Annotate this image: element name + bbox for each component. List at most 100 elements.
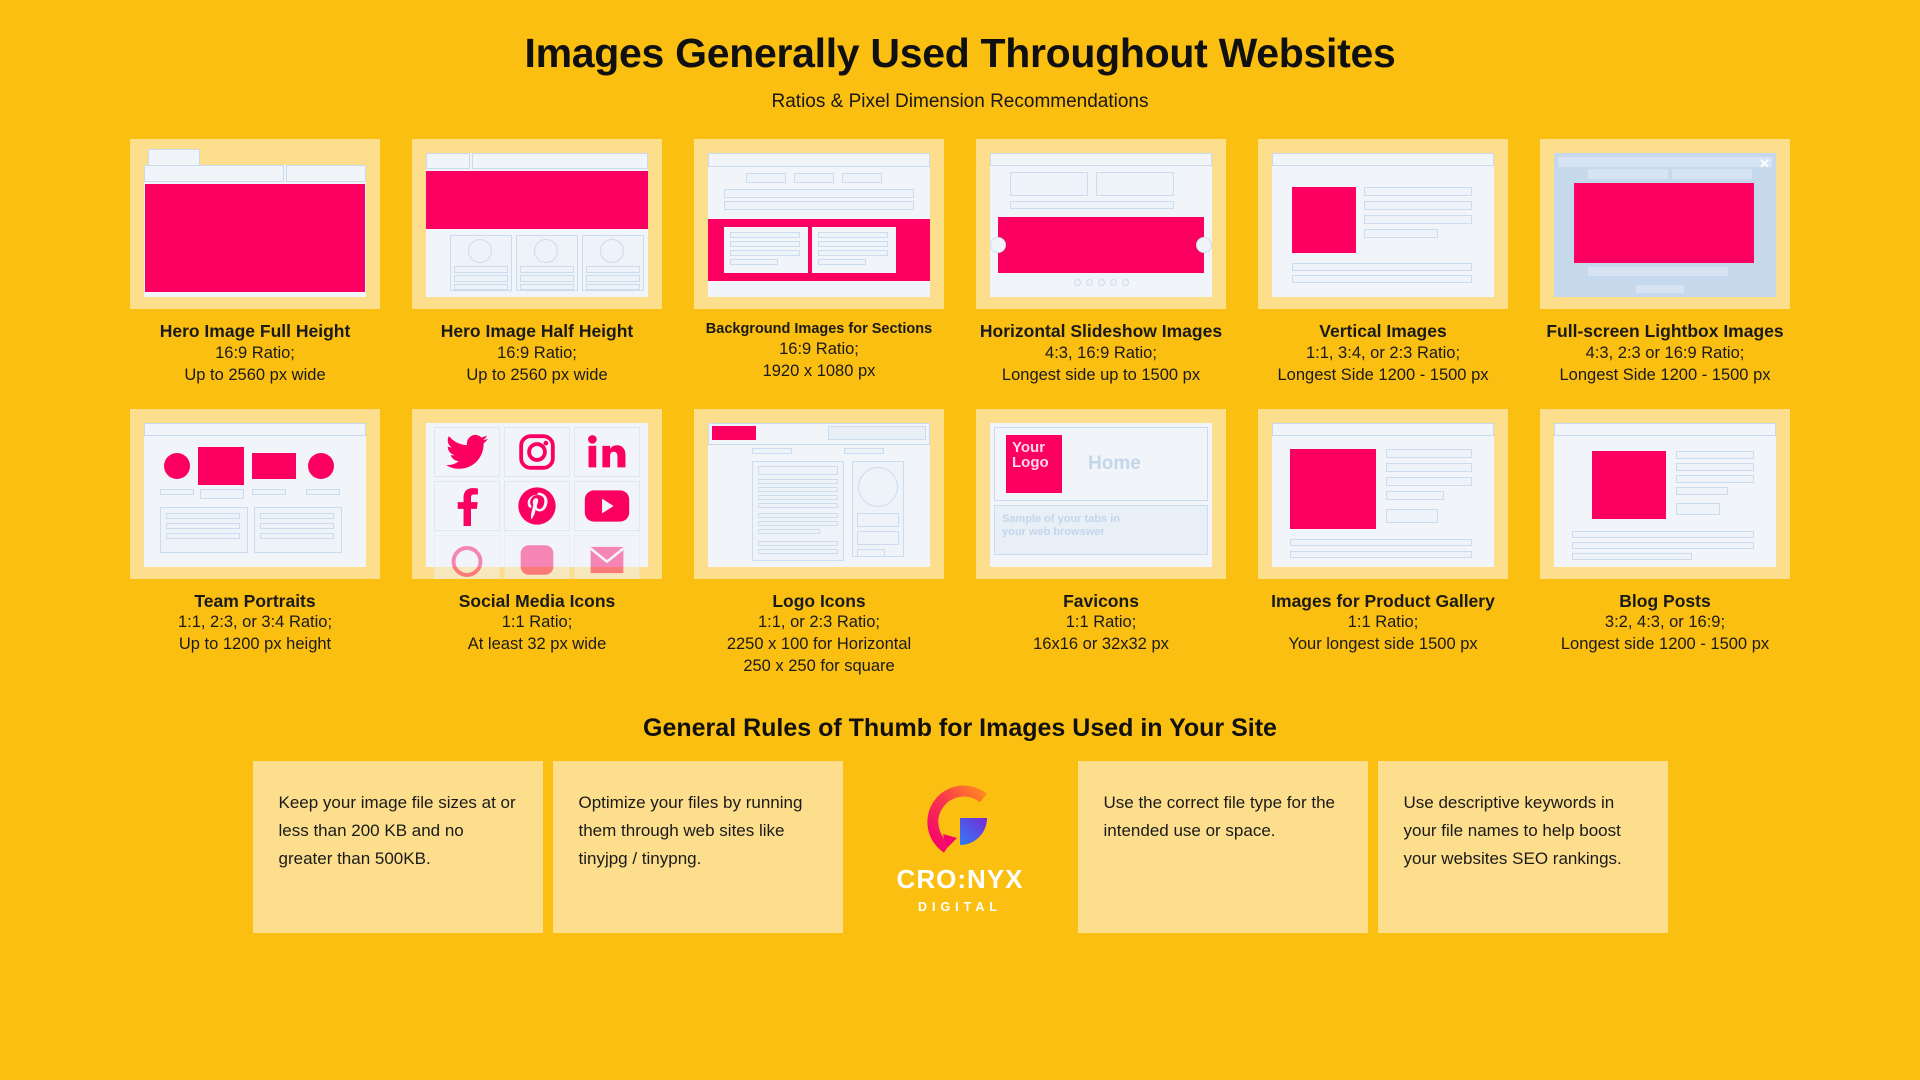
- caption-hero-half-height: Hero Image Half Height 16:9 Ratio; Up to…: [412, 320, 662, 387]
- card-line-1: 4:3, 2:3 or 16:9 Ratio;: [1585, 343, 1745, 362]
- logo-placeholder: [712, 425, 756, 440]
- social-tile[interactable]: [434, 426, 500, 477]
- panel-text: [818, 259, 866, 265]
- slideshow-dot[interactable]: [1122, 279, 1129, 286]
- content-line: [166, 522, 240, 529]
- rule-card-optimize: Optimize your files by running them thro…: [552, 761, 843, 934]
- content-line: [758, 512, 838, 518]
- sidebar-block: [857, 530, 899, 545]
- social-tile[interactable]: [434, 534, 500, 579]
- card-line-3: 250 x 250 for square: [743, 657, 895, 676]
- read-more-button[interactable]: [1676, 502, 1720, 515]
- content-line: [1572, 552, 1692, 560]
- circle-outline-icon: [451, 545, 483, 577]
- card-title: Logo Icons: [772, 590, 866, 611]
- browser-home-tab-label[interactable]: Home: [1088, 453, 1141, 475]
- content-line: [758, 465, 838, 475]
- slideshow-prev-arrow[interactable]: [990, 237, 1006, 253]
- card-title: Full-screen Lightbox Images: [1546, 321, 1784, 341]
- social-tile[interactable]: [504, 534, 570, 579]
- favicon-logo-line-2: Logo: [1012, 454, 1049, 472]
- hero-text: [794, 173, 834, 183]
- card-title: Background Images for Sections: [705, 321, 933, 337]
- hero-image-area: [145, 184, 365, 292]
- social-tile[interactable]: [574, 426, 640, 477]
- panel-text: [730, 250, 800, 256]
- add-to-cart-button[interactable]: [1386, 508, 1438, 523]
- slideshow-dot[interactable]: [1098, 279, 1105, 286]
- content-line: [1364, 229, 1438, 238]
- browser-tab: [148, 149, 200, 166]
- slideshow-next-arrow[interactable]: [1196, 237, 1212, 253]
- card-line-2: Up to 2560 px wide: [466, 365, 608, 384]
- rule-card-keywords: Use descriptive keywords in your file na…: [1377, 761, 1668, 934]
- card-fullscreen-lightbox: ✕ Full-screen Lightbox Images 4:3, 2:3 o…: [1540, 139, 1790, 387]
- card-line-1: 3:2, 4:3, or 16:9;: [1604, 613, 1726, 632]
- card-vertical-images: Vertical Images 1:1, 3:4, or 2:3 Ratio; …: [1258, 139, 1508, 387]
- content-line: [1292, 263, 1472, 271]
- caption-social-media-icons: Social Media Icons 1:1 Ratio; At least 3…: [412, 590, 662, 657]
- panel-text: [730, 259, 778, 265]
- rules-section-title: General Rules of Thumb for Images Used i…: [643, 714, 1277, 743]
- card-line-2: 16x16 or 32x32 px: [1033, 635, 1169, 654]
- card-background-sections: Background Images for Sections 16:9 Rati…: [694, 139, 944, 387]
- slideshow-dot[interactable]: [1074, 279, 1081, 286]
- page-title: Images Generally Used Throughout Website…: [524, 30, 1396, 76]
- social-tile[interactable]: [504, 480, 570, 531]
- card-title: Vertical Images: [1319, 321, 1447, 341]
- card-horizontal-slideshow: Horizontal Slideshow Images 4:3, 16:9 Ra…: [976, 139, 1226, 387]
- content-line: [1292, 275, 1472, 283]
- content-line: [758, 478, 838, 484]
- content-line: [1386, 448, 1472, 458]
- content-line: [758, 548, 838, 554]
- slideshow-dot[interactable]: [1086, 279, 1093, 286]
- card-title: Horizontal Slideshow Images: [979, 321, 1223, 341]
- team-name: [252, 488, 286, 495]
- card-title: Social Media Icons: [458, 590, 616, 611]
- product-image: [1290, 448, 1376, 529]
- social-tile[interactable]: [504, 426, 570, 477]
- content-line: [1572, 530, 1754, 538]
- panel-text: [818, 241, 888, 247]
- card-title: Hero Image Half Height: [440, 321, 634, 341]
- feature-text: [454, 284, 508, 290]
- slideshow-dot[interactable]: [1110, 279, 1117, 286]
- nav-bar: [472, 153, 648, 169]
- cronyx-mark-svg: [927, 785, 987, 854]
- panel-text: [818, 250, 888, 256]
- logo-block: [426, 153, 470, 169]
- content-line: [758, 486, 838, 492]
- caption-blog-posts: Blog Posts 3:2, 4:3, or 16:9; Longest si…: [1540, 590, 1790, 657]
- social-tile[interactable]: [574, 534, 640, 579]
- card-line-1: 16:9 Ratio;: [215, 343, 295, 362]
- caption-background-sections: Background Images for Sections 16:9 Rati…: [694, 320, 944, 383]
- content-line: [1572, 541, 1754, 549]
- brand-tagline: DIGITAL: [917, 900, 1003, 915]
- card-line-2: Longest Side 1200 - 1500 px: [1277, 365, 1489, 384]
- content-line: [758, 528, 820, 534]
- feature-text: [520, 275, 574, 282]
- nav-bar: [708, 153, 930, 167]
- caption-product-gallery: Images for Product Gallery 1:1 Ratio; Yo…: [1258, 590, 1508, 657]
- nav-bar: [1554, 422, 1776, 436]
- close-icon[interactable]: ✕: [1759, 157, 1770, 170]
- card-line-1: 1:1 Ratio;: [1347, 613, 1419, 632]
- card-title: Team Portraits: [194, 590, 316, 611]
- blog-featured-image: [1592, 450, 1666, 519]
- team-name: [306, 488, 340, 495]
- card-line-2: Up to 1200 px height: [178, 635, 332, 654]
- content-line: [260, 512, 334, 519]
- facebook-icon: [457, 487, 478, 526]
- nav-bar: [144, 422, 366, 436]
- card-social-media-icons: Social Media Icons 1:1 Ratio; At least 3…: [412, 408, 662, 679]
- thumb-hero-full-height: [130, 139, 380, 309]
- card-title: Blog Posts: [1619, 590, 1711, 611]
- nav-bar: [990, 153, 1212, 166]
- card-line-2: 2250 x 100 for Horizontal: [726, 635, 912, 654]
- social-tile[interactable]: [574, 480, 640, 531]
- feature-text: [520, 266, 574, 273]
- infographic-page: Images Generally Used Throughout Website…: [0, 0, 1920, 1080]
- nav-search[interactable]: [828, 425, 926, 440]
- social-tile[interactable]: [434, 480, 500, 531]
- card-title: Favicons: [1063, 590, 1139, 611]
